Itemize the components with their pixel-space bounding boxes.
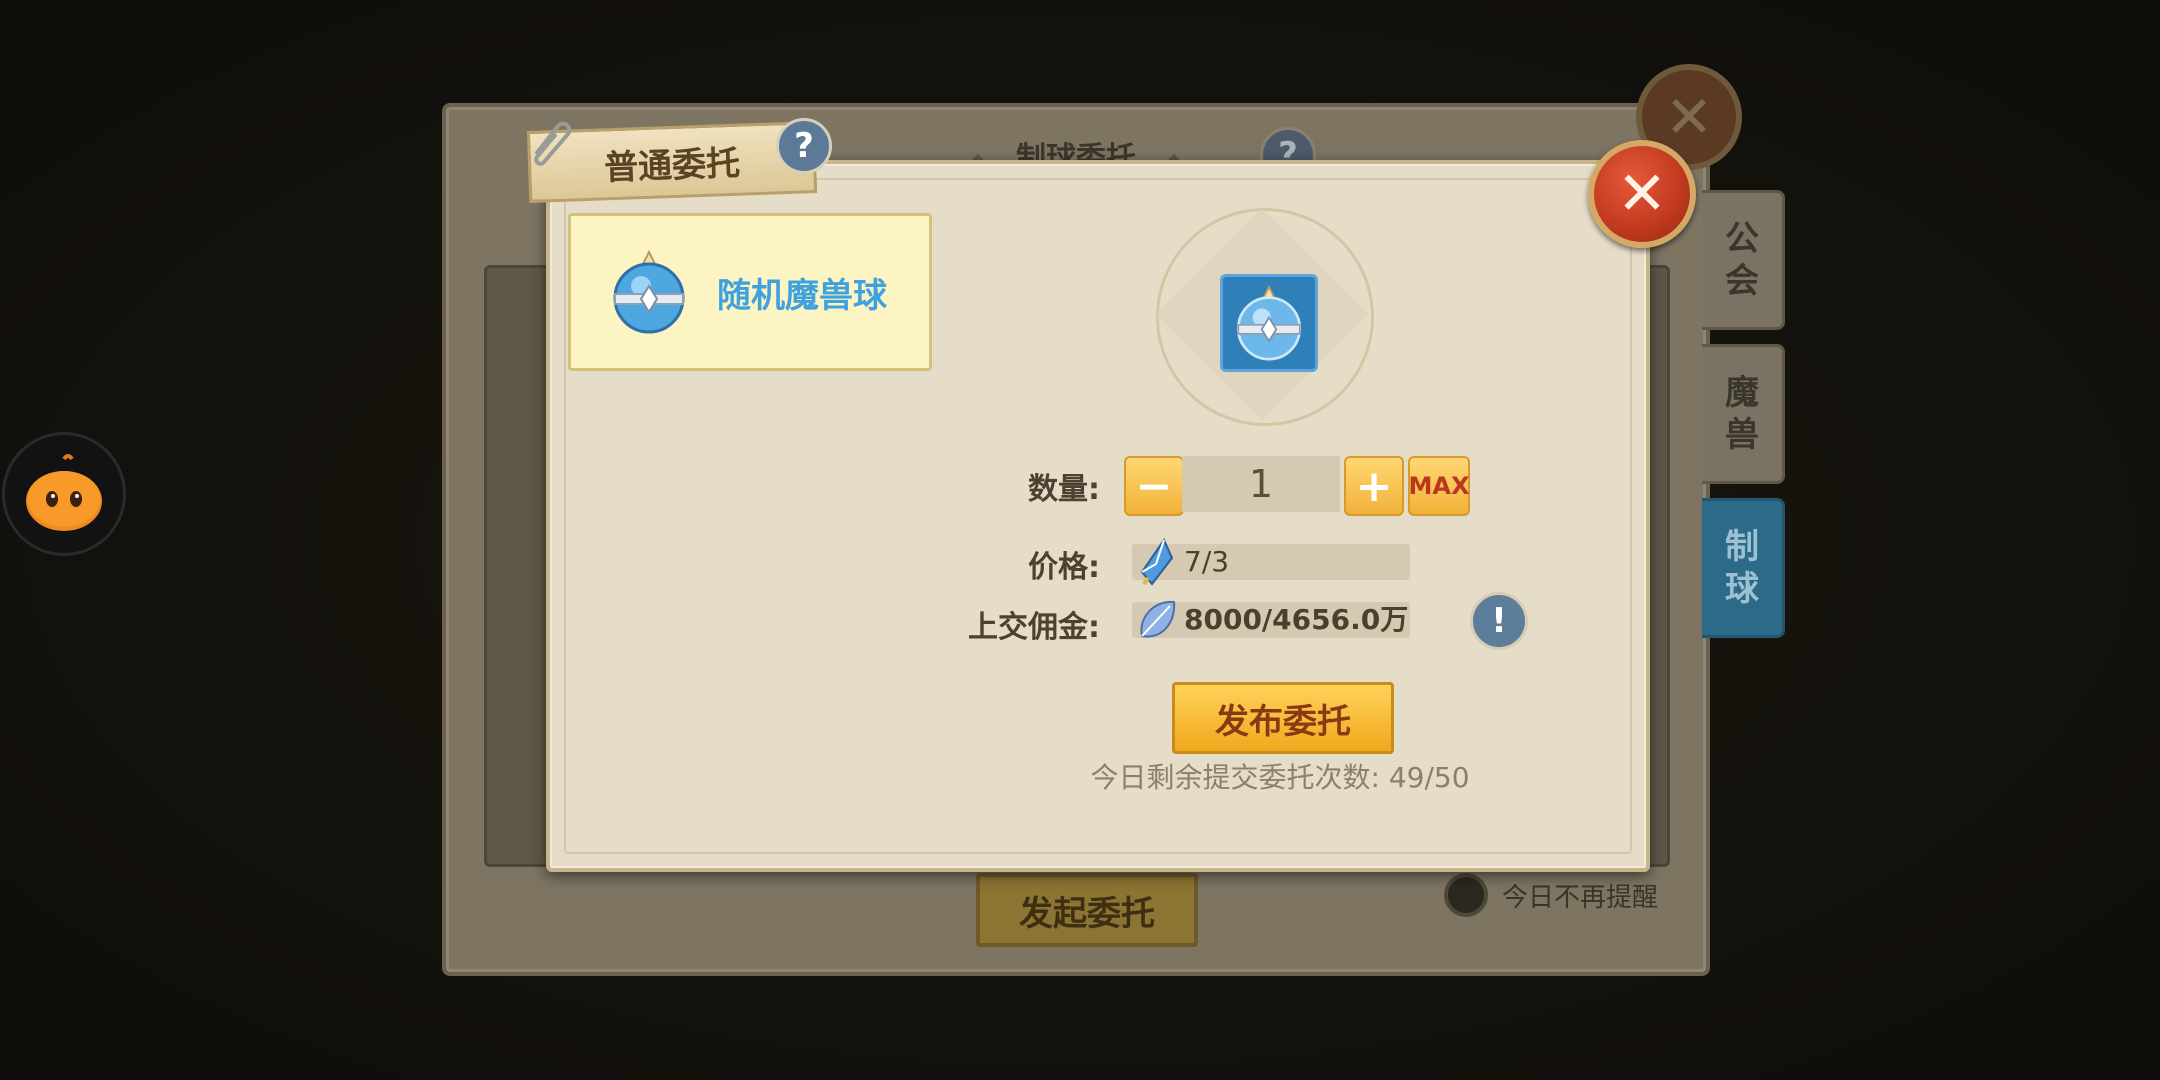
publish-commission-button[interactable]: 发布委托 bbox=[1172, 682, 1394, 754]
remaining-submissions-text: 今日剩余提交委托次数: 49/50 bbox=[1090, 761, 1470, 794]
dialog-title: 普通委托 bbox=[603, 143, 741, 188]
commission-value-bar: 8000/4656.0万 bbox=[1132, 600, 1410, 638]
quantity-max-button[interactable]: MAX bbox=[1408, 456, 1470, 516]
dont-remind-today-toggle[interactable]: 今日不再提醒 bbox=[1444, 873, 1658, 917]
pumpkin-mascot-icon bbox=[26, 454, 102, 531]
dont-remind-label: 今日不再提醒 bbox=[1502, 882, 1659, 913]
item-name: 随机魔兽球 bbox=[717, 275, 887, 316]
tab-guild[interactable]: 公 会 bbox=[1702, 190, 1785, 330]
radio-icon[interactable] bbox=[1444, 873, 1488, 917]
tab-guild-label-1: 公 bbox=[1725, 219, 1759, 259]
mascot-avatar-button[interactable] bbox=[2, 432, 126, 556]
monster-ball-icon bbox=[613, 250, 685, 334]
tab-ball-craft-label-2: 球 bbox=[1725, 569, 1759, 609]
quantity-increase-button[interactable]: + bbox=[1344, 456, 1404, 516]
commission-label: 上交佣金: bbox=[968, 610, 1100, 645]
tab-monster-label-2: 兽 bbox=[1725, 415, 1759, 455]
leaf-coin-icon bbox=[1140, 600, 1176, 638]
monster-ball-icon bbox=[1236, 285, 1302, 361]
tab-ball-craft[interactable]: 制 球 bbox=[1702, 498, 1785, 638]
close-icon[interactable]: ✕ bbox=[1588, 140, 1696, 248]
paperclip-icon bbox=[534, 121, 572, 166]
initiate-commission-button[interactable]: 发起委托 bbox=[976, 873, 1198, 947]
quantity-decrease-button[interactable]: − bbox=[1124, 456, 1184, 516]
help-icon[interactable]: ? bbox=[776, 118, 832, 174]
commission-value: 8000/4656.0万 bbox=[1184, 603, 1409, 636]
tab-monster-label-1: 魔 bbox=[1725, 373, 1759, 413]
quantity-label: 数量: bbox=[1028, 472, 1100, 507]
selected-item-slot[interactable] bbox=[1220, 274, 1318, 372]
tab-monster[interactable]: 魔 兽 bbox=[1702, 344, 1785, 484]
price-value: 7/3 bbox=[1184, 545, 1230, 578]
tab-guild-label-2: 会 bbox=[1725, 261, 1759, 301]
crystal-icon bbox=[1140, 538, 1174, 586]
tab-ball-craft-label-1: 制 bbox=[1725, 527, 1759, 567]
price-label: 价格: bbox=[1028, 550, 1100, 585]
item-list-entry[interactable]: 随机魔兽球 bbox=[568, 213, 932, 371]
quantity-value[interactable]: 1 bbox=[1182, 456, 1340, 512]
exclamation-icon[interactable]: ! bbox=[1470, 592, 1528, 650]
price-value-bar: 7/3 bbox=[1132, 538, 1410, 586]
